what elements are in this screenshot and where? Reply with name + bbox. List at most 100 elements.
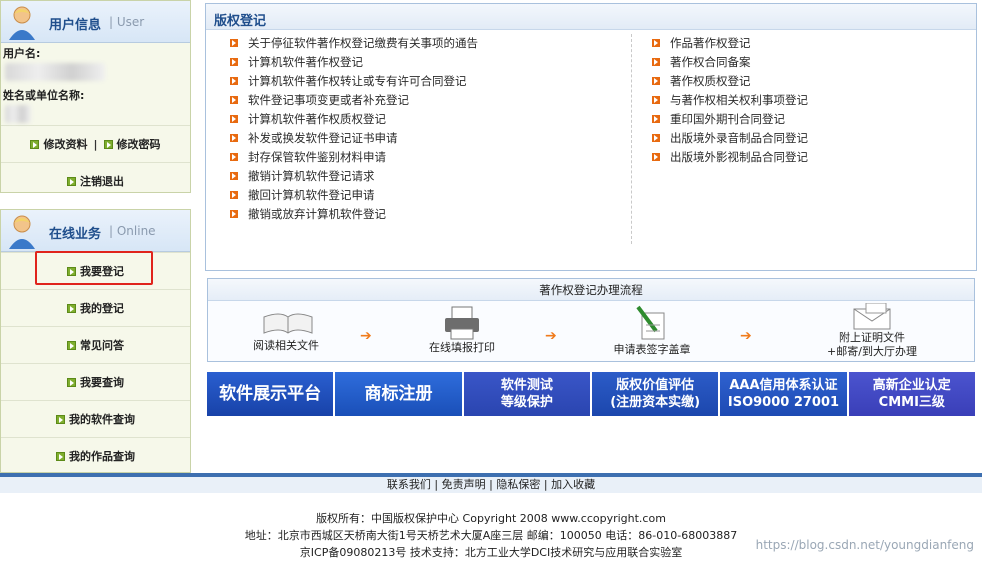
flow-step-fill-print: 在线填报打印 [429,341,495,354]
printer-icon [445,306,479,340]
arrow-bullet-icon [652,57,660,66]
banner-software-showcase[interactable]: 软件展示平台 [207,372,334,416]
separator: | [93,137,98,151]
username-value-blurred [5,63,105,81]
online-business-header: 在线业务 | Online [1,210,190,252]
arrow-bullet-icon [652,38,660,47]
user-info-header: 用户信息 | User [1,1,190,43]
list-item[interactable]: 关于停征软件著作权登记缴费有关事项的通告 [230,34,478,53]
bullet-icon [67,340,76,350]
arrow-bullet-icon [652,76,660,85]
arrow-bullet-icon [230,38,238,47]
right-link-list: 作品著作权登记 著作权合同备案 著作权质权登记 与著作权相关权利事项登记 重印国… [652,34,808,167]
list-item[interactable]: 补发或换发软件登记证书申请 [230,129,478,148]
sign-seal-icon [636,305,665,340]
flow-step-read: 阅读相关文件 [253,339,319,352]
menu-item-faq[interactable]: 常见问答 [1,326,190,363]
list-item[interactable]: 与著作权相关权利事项登记 [652,91,808,110]
registration-process-flow: 著作权登记办理流程 阅读相关文件 ➔ 在线填报打印 ➔ 申请表签字盖章 ➔ 附上… [207,278,975,362]
arrow-bullet-icon [230,76,238,85]
menu-item-my-software-query[interactable]: 我的软件查询 [1,400,190,437]
change-password-link[interactable]: 修改密码 [117,136,161,152]
bullet-icon [56,414,65,424]
list-item[interactable]: 撤回计算机软件登记申请 [230,186,478,205]
edit-profile-link[interactable]: 修改资料 [43,136,87,152]
arrow-bullet-icon [652,152,660,161]
arrow-bullet-icon [652,114,660,123]
online-business-panel: 在线业务 | Online 我要登记 我的登记 常见问答 我要查询 我的软件查询… [0,209,191,473]
separator: | [434,478,439,491]
promo-banners: 软件展示平台 商标注册 软件测试 等级保护 版权价值评估 (注册资本实缴) AAA信… [207,372,975,416]
disclaimer-link[interactable]: 免责声明 [442,478,486,491]
arrow-bullet-icon [652,95,660,104]
arrow-bullet-icon [230,57,238,66]
profile-actions-row: 修改资料 | 修改密码 [1,125,190,162]
list-item[interactable]: 作品著作权登记 [652,34,808,53]
bullet-icon [67,377,76,387]
list-item[interactable]: 撤销计算机软件登记请求 [230,167,478,186]
arrow-bullet-icon [230,152,238,161]
add-favorite-link[interactable]: 加入收藏 [551,478,595,491]
list-item[interactable]: 出版境外录音制品合同登记 [652,129,808,148]
envelope-icon [853,303,891,330]
bottom-link-bar: 联系我们 | 免责声明 | 隐私保密 | 加入收藏 [0,473,982,493]
list-item[interactable]: 计算机软件著作权登记 [230,53,478,72]
banner-copyright-valuation[interactable]: 版权价值评估 (注册资本实缴) [591,372,719,416]
bullet-icon [56,451,65,461]
arrow-right-icon: ➔ [360,328,372,344]
banner-credit-certification[interactable]: AAA信用体系认证 ISO9000 27001 [720,372,847,416]
menu-item-my-registrations[interactable]: 我的登记 [1,289,190,326]
list-item[interactable]: 计算机软件著作权质权登记 [230,110,478,129]
arrow-bullet-icon [230,209,238,218]
arrow-bullet-icon [652,133,660,142]
list-item[interactable]: 计算机软件著作权转让或专有许可合同登记 [230,72,478,91]
user-info-title: 用户信息 [49,18,102,33]
separator: | [543,478,548,491]
arrow-right-icon: ➔ [740,328,752,344]
column-divider [631,34,632,244]
menu-item-my-works-query[interactable]: 我的作品查询 [1,437,190,474]
list-item[interactable]: 软件登记事项变更或者补充登记 [230,91,478,110]
user-info-subtitle: | User [109,15,145,29]
arrow-bullet-icon [230,114,238,123]
user-avatar-icon [9,215,35,249]
user-avatar-icon [9,6,35,40]
banner-software-testing[interactable]: 软件测试 等级保护 [463,372,590,416]
list-item[interactable]: 出版境外影视制品合同登记 [652,148,808,167]
list-item[interactable]: 著作权质权登记 [652,72,808,91]
list-item[interactable]: 著作权合同备案 [652,53,808,72]
user-info-panel: 用户信息 | User 用户名: 姓名或单位名称: 修改资料 | 修改密码 注销… [0,0,191,193]
list-item[interactable]: 封存保管软件鉴别材料申请 [230,148,478,167]
bullet-icon [67,176,76,186]
panel-title: 版权登记 [206,4,976,30]
watermark: https://blog.csdn.net/youngdianfeng [755,538,974,552]
contact-us-link[interactable]: 联系我们 [387,478,431,491]
logout-link[interactable]: 注销退出 [80,173,124,189]
flow-step-sign-seal: 申请表签字盖章 [613,343,691,356]
arrow-bullet-icon [230,133,238,142]
documents-icon [263,313,313,334]
list-item[interactable]: 撤销或放弃计算机软件登记 [230,205,478,224]
banner-hitech-certification[interactable]: 高新企业认定 CMMI三级 [848,372,975,416]
orgname-value-blurred [5,105,31,123]
username-label: 用户名: [3,47,41,60]
footer-copyright: 版权所有：中国版权保护中心 Copyright 2008 www.ccopyri… [316,512,666,525]
online-business-title: 在线业务 [49,227,102,242]
arrow-bullet-icon [230,190,238,199]
flow-title: 著作权登记办理流程 [208,279,974,301]
menu-item-query[interactable]: 我要查询 [1,363,190,400]
online-business-subtitle: | Online [109,224,156,238]
arrow-bullet-icon [230,171,238,180]
highlight-box [35,251,153,285]
list-item[interactable]: 重印国外期刊合同登记 [652,110,808,129]
bullet-icon [103,139,113,149]
copyright-registration-panel: 版权登记 关于停征软件著作权登记缴费有关事项的通告 计算机软件著作权登记 计算机… [205,3,977,271]
logout-row: 注销退出 [1,162,190,199]
privacy-link[interactable]: 隐私保密 [496,478,540,491]
arrow-bullet-icon [230,95,238,104]
banner-trademark-registration[interactable]: 商标注册 [335,372,462,416]
bullet-icon [30,139,40,149]
separator: | [489,478,493,491]
flow-step-mail: 附上证明文件 +邮寄/到大厅办理 [827,331,917,358]
arrow-right-icon: ➔ [545,328,557,344]
